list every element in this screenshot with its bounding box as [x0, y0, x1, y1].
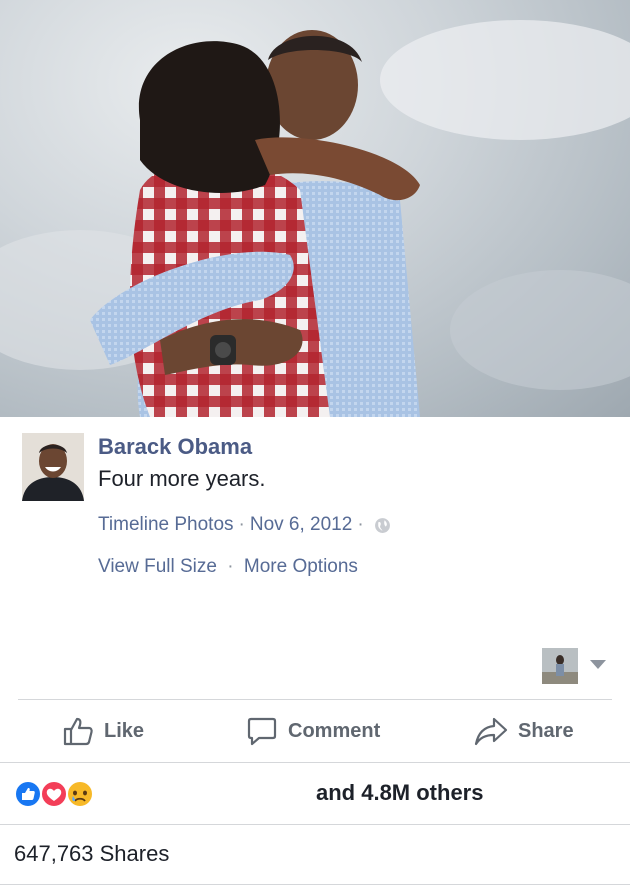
divider: [0, 884, 630, 885]
comment-bubble-icon: [247, 717, 277, 746]
thumbnail-image-icon: [542, 648, 578, 684]
post-caption: Four more years.: [98, 466, 266, 491]
more-options-link[interactable]: More Options: [244, 556, 358, 577]
love-reaction-icon: [40, 780, 68, 808]
post-photo[interactable]: [0, 0, 630, 417]
divider: [0, 824, 630, 825]
view-full-size-link[interactable]: View Full Size: [98, 556, 217, 577]
comment-label: Comment: [288, 719, 381, 742]
divider: [0, 762, 630, 763]
share-label: Share: [518, 719, 574, 742]
chevron-down-icon[interactable]: [590, 660, 606, 669]
author-avatar[interactable]: [22, 433, 84, 501]
post-date[interactable]: Nov 6, 2012: [250, 514, 352, 536]
sad-reaction-icon: [66, 780, 94, 808]
album-link[interactable]: Timeline Photos: [98, 514, 234, 536]
share-arrow-icon: [474, 717, 508, 746]
reaction-summary[interactable]: and 4.8M others: [316, 780, 483, 806]
reaction-icons[interactable]: [14, 779, 104, 809]
divider: [18, 699, 612, 700]
share-button[interactable]: Share: [474, 715, 574, 747]
share-count[interactable]: 647,763 Shares: [14, 841, 169, 867]
globe-icon: [374, 517, 390, 533]
photo-thumbnail[interactable]: [542, 648, 578, 684]
meta-separator: ·: [357, 514, 364, 535]
reaction-icons-group: [14, 780, 94, 808]
hug-photo-illustration: [0, 20, 630, 417]
post-author-name[interactable]: Barack Obama: [98, 434, 252, 460]
post-meta: Timeline Photos · Nov 6, 2012 ·: [98, 514, 391, 536]
comment-button[interactable]: Comment: [246, 715, 380, 747]
thumbs-up-icon: [63, 717, 93, 746]
like-button[interactable]: Like: [62, 715, 144, 747]
post-links: View Full Size · More Options: [98, 556, 358, 578]
like-label: Like: [104, 719, 145, 742]
meta-separator: ·: [238, 514, 245, 535]
avatar-portrait-icon: [22, 433, 84, 501]
links-separator: ·: [227, 556, 234, 577]
like-reaction-icon: [14, 780, 42, 808]
